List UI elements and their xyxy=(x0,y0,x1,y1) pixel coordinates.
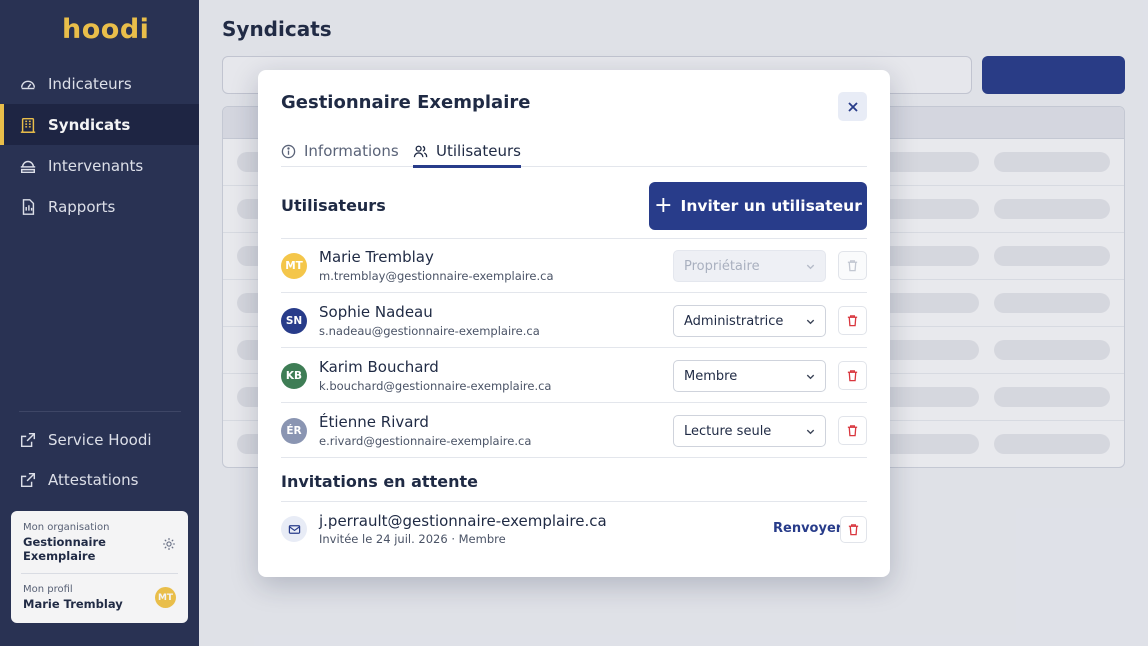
pending-section-title: Invitations en attente xyxy=(281,472,478,491)
modal-tabs: Informations Utilisateurs xyxy=(281,127,867,168)
role-value: Membre xyxy=(684,368,738,384)
role-value: Administratrice xyxy=(684,313,784,329)
chevron-down-icon xyxy=(805,316,816,327)
user-email: s.nadeau@gestionnaire-exemplaire.ca xyxy=(319,324,540,338)
tab-label: Informations xyxy=(304,142,399,160)
active-tab-indicator xyxy=(413,165,521,168)
role-value: Propriétaire xyxy=(684,258,760,274)
info-icon xyxy=(281,144,296,159)
users-section-title: Utilisateurs xyxy=(281,196,386,215)
invite-user-label: Inviter un utilisateur xyxy=(680,197,862,215)
user-email: e.rivard@gestionnaire-exemplaire.ca xyxy=(319,434,532,448)
trash-icon xyxy=(846,424,859,437)
tab-utilisateurs[interactable]: Utilisateurs xyxy=(413,135,521,168)
chevron-down-icon xyxy=(805,371,816,382)
chevron-down-icon xyxy=(805,426,816,437)
trash-icon xyxy=(846,259,859,272)
trash-icon xyxy=(847,523,860,536)
delete-user-button[interactable] xyxy=(838,416,867,445)
close-icon xyxy=(847,101,859,113)
trash-icon xyxy=(846,314,859,327)
user-name: Étienne Rivard xyxy=(319,413,429,431)
tab-informations[interactable]: Informations xyxy=(281,135,399,167)
delete-user-button xyxy=(838,251,867,280)
delete-invitation-button[interactable] xyxy=(840,516,867,543)
close-button[interactable] xyxy=(838,92,867,121)
delete-user-button[interactable] xyxy=(838,306,867,335)
user-email: k.bouchard@gestionnaire-exemplaire.ca xyxy=(319,379,552,393)
role-select: Propriétaire xyxy=(673,250,826,282)
users-modal: Gestionnaire Exemplaire Informations Uti… xyxy=(258,70,890,577)
users-icon xyxy=(413,144,428,159)
mail-icon xyxy=(281,516,307,542)
plus-icon: + xyxy=(654,193,673,218)
user-row: SN Sophie Nadeau s.nadeau@gestionnaire-e… xyxy=(281,294,867,348)
role-select[interactable]: Membre xyxy=(673,360,826,392)
role-value: Lecture seule xyxy=(684,423,772,439)
user-row: MT Marie Tremblay m.tremblay@gestionnair… xyxy=(281,239,867,293)
avatar: ÉR xyxy=(281,418,307,444)
role-select[interactable]: Lecture seule xyxy=(673,415,826,447)
role-select[interactable]: Administratrice xyxy=(673,305,826,337)
avatar: SN xyxy=(281,308,307,334)
user-email: m.tremblay@gestionnaire-exemplaire.ca xyxy=(319,269,554,283)
invitation-email: j.perrault@gestionnaire-exemplaire.ca xyxy=(319,512,607,530)
avatar: KB xyxy=(281,363,307,389)
user-row: ÉR Étienne Rivard e.rivard@gestionnaire-… xyxy=(281,404,867,458)
invite-user-button[interactable]: + Inviter un utilisateur xyxy=(649,182,867,230)
chevron-down-icon xyxy=(805,261,816,272)
trash-icon xyxy=(846,369,859,382)
tab-label: Utilisateurs xyxy=(436,142,521,160)
user-name: Karim Bouchard xyxy=(319,358,439,376)
user-row: KB Karim Bouchard k.bouchard@gestionnair… xyxy=(281,349,867,403)
user-name: Sophie Nadeau xyxy=(319,303,433,321)
modal-title: Gestionnaire Exemplaire xyxy=(281,92,531,113)
invitation-meta: Invitée le 24 juil. 2026 · Membre xyxy=(319,532,506,546)
delete-user-button[interactable] xyxy=(838,361,867,390)
divider xyxy=(281,501,867,502)
avatar: MT xyxy=(281,253,307,279)
resend-invitation-button[interactable]: Renvoyer xyxy=(773,521,842,536)
user-name: Marie Tremblay xyxy=(319,248,434,266)
